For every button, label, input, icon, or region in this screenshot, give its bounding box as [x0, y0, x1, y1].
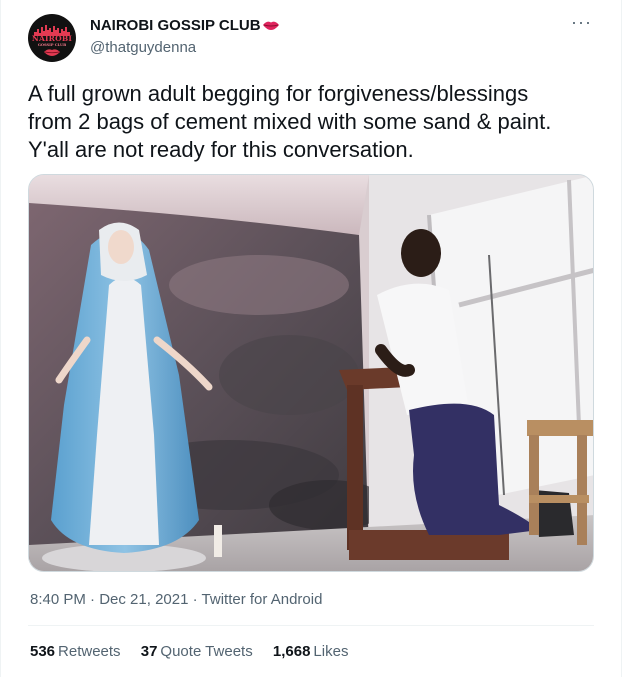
tweet-time[interactable]: 8:40 PM: [30, 591, 86, 608]
tweet-text-line: from 2 bags of cement mixed with some sa…: [28, 109, 552, 134]
tweet-card: NAIROBI GOSSIP CLUB NAIROBI GOSSIP CLUB …: [0, 0, 622, 677]
quote-tweets-stat[interactable]: 37 Quote Tweets: [141, 643, 253, 660]
tweet-text: A full grown adult begging for forgivene…: [28, 80, 598, 164]
more-icon: ···: [571, 12, 592, 32]
statue-face: [108, 230, 134, 264]
avatar[interactable]: NAIROBI GOSSIP CLUB: [28, 14, 76, 62]
retweets-stat[interactable]: 536 Retweets: [30, 643, 121, 660]
photo-illustration: [29, 175, 593, 571]
display-name[interactable]: NAIROBI GOSSIP CLUB: [90, 17, 280, 34]
retweets-count: 536: [30, 643, 56, 660]
man-head: [401, 229, 441, 277]
avatar-brand-text: NAIROBI: [31, 34, 73, 43]
tweet-photo[interactable]: [28, 174, 594, 572]
lips-icon: [44, 49, 60, 56]
lips-icon: [262, 21, 279, 30]
tweet-meta: 8:40 PM · Dec 21, 2021 · Twitter for And…: [30, 591, 322, 608]
likes-count: 1,668: [272, 643, 311, 660]
avatar-brand-subtext: GOSSIP CLUB: [37, 43, 67, 47]
likes-label: Likes: [313, 643, 349, 660]
likes-stat[interactable]: 1,668 Likes: [273, 643, 349, 660]
candle: [214, 525, 222, 557]
tweet-text-line: Y'all are not ready for this conversatio…: [28, 137, 414, 162]
meta-separator: ·: [90, 591, 96, 608]
display-name-text: NAIROBI GOSSIP CLUB: [90, 17, 261, 34]
tweet-source[interactable]: Twitter for Android: [202, 591, 323, 608]
tweet-date[interactable]: Dec 21, 2021: [99, 591, 188, 608]
quote-tweets-label: Quote Tweets: [160, 643, 253, 660]
retweets-label: Retweets: [58, 643, 121, 660]
tweet-stats: 536 Retweets 37 Quote Tweets 1,668 Likes: [30, 643, 364, 660]
meta-separator: ·: [192, 591, 198, 608]
quote-tweets-count: 37: [140, 643, 158, 660]
handle[interactable]: @thatguydenna: [90, 39, 196, 56]
divider: [28, 625, 594, 626]
more-options-button[interactable]: ···: [571, 13, 593, 31]
tweet-text-line: A full grown adult begging for forgivene…: [28, 81, 529, 106]
